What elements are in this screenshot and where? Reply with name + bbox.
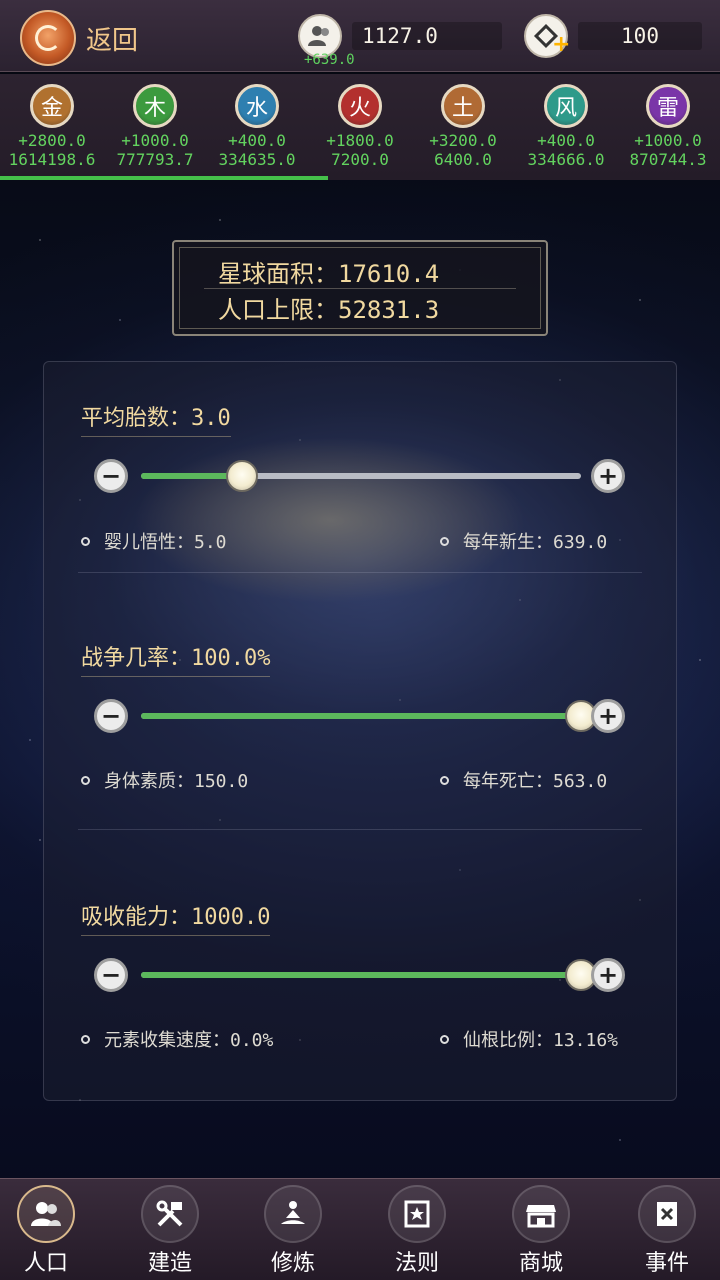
top-bar: 返回 1127.0 +639.0 100 + [0,0,720,72]
back-icon [35,25,61,51]
nav-build[interactable]: 建造 [120,1185,220,1277]
element-total: 1614198.6 [8,150,96,169]
absorb-plus-button[interactable]: + [591,958,625,992]
bullet-icon [440,1034,449,1044]
birth-minus-button[interactable]: − [94,459,128,493]
element-total: 870744.3 [629,150,707,169]
absorb-minus-button[interactable]: − [94,958,128,992]
element-earth[interactable]: 土 +3200.0 6400.0 [412,84,514,170]
element-delta: +3200.0 [429,131,497,150]
add-coin-icon[interactable]: + [552,34,570,56]
section-divider [78,829,642,830]
nav-events[interactable]: 事件 [617,1185,717,1277]
nav-label: 人口 [23,1251,68,1276]
war-slider[interactable] [141,700,597,732]
fire-icon: 火 [338,84,382,128]
element-wind[interactable]: 风 +400.0 334666.0 [515,84,617,170]
absorb-slider[interactable] [141,959,597,991]
infant-talent-stat: 婴儿悟性：5.0 [81,528,227,554]
back-label[interactable]: 返回 [86,20,138,57]
water-icon: 水 [235,84,279,128]
nav-label: 建造 [147,1251,192,1276]
coin-value: 100 [578,22,702,50]
population-value: 1127.0 [352,22,502,50]
element-delta: +1000.0 [121,131,189,150]
element-delta: +1000.0 [634,131,702,150]
section-divider [78,572,642,573]
nav-label: 事件 [644,1251,689,1276]
earth-icon: 土 [441,84,485,128]
thunder-icon: 雷 [646,84,690,128]
element-delta: +400.0 [228,131,286,150]
tools-icon [141,1185,199,1243]
war-title: 战争几率：100.0% [81,640,271,677]
nav-label: 商城 [518,1251,563,1276]
birth-slider-knob[interactable] [226,460,259,492]
planet-info-box: 星球面积：17610.4 人口上限：52831.3 [172,240,548,336]
yearly-deaths-stat: 每年死亡：563.0 [440,767,607,793]
nav-label: 法则 [394,1251,439,1276]
planet-area: 星球面积：17610.4 [218,260,440,288]
wood-icon: 木 [133,84,177,128]
metal-icon: 金 [30,84,74,128]
element-thunder[interactable]: 雷 +1000.0 870744.3 [617,84,719,170]
scroll-icon [388,1185,446,1243]
bullet-icon [81,775,90,785]
element-delta: +1800.0 [326,131,394,150]
nav-population[interactable]: 人口 [0,1185,96,1277]
element-delta: +2800.0 [18,131,86,150]
birth-plus-button[interactable]: + [591,459,625,493]
element-wood[interactable]: 木 +1000.0 777793.7 [104,84,206,170]
yearly-births-stat: 每年新生：639.0 [440,528,607,554]
bullet-icon [81,536,90,546]
nav-laws[interactable]: 法则 [367,1185,467,1277]
shop-icon [512,1185,570,1243]
meditate-icon [264,1185,322,1243]
element-total: 334635.0 [218,150,296,169]
bullet-icon [440,536,449,546]
immortal-root-ratio-stat: 仙根比例：13.16% [440,1026,618,1052]
element-delta: +400.0 [537,131,595,150]
bullet-icon [440,775,449,785]
element-total: 6400.0 [434,150,492,169]
bullet-icon [81,1034,90,1044]
war-slider-fill [141,713,581,719]
element-total: 334666.0 [527,150,605,169]
absorb-title: 吸收能力：1000.0 [81,899,271,936]
book-icon [638,1185,696,1243]
element-selection-underline [0,176,328,180]
element-fire[interactable]: 火 +1800.0 7200.0 [309,84,411,170]
nav-cultivate[interactable]: 修炼 [243,1185,343,1277]
info-divider [204,288,516,289]
population-limit: 人口上限：52831.3 [218,296,440,324]
element-metal[interactable]: 金 +2800.0 1614198.6 [1,84,103,170]
back-button[interactable] [20,10,76,66]
element-collect-speed-stat: 元素收集速度：0.0% [81,1026,273,1052]
nav-label: 修炼 [270,1251,315,1276]
physique-stat: 身体素质：150.0 [81,767,248,793]
element-total: 777793.7 [116,150,194,169]
war-plus-button[interactable]: + [591,699,625,733]
element-total: 7200.0 [331,150,389,169]
element-water[interactable]: 水 +400.0 334635.0 [206,84,308,170]
absorb-slider-fill [141,972,581,978]
settings-panel: 平均胎数：3.0 − + 婴儿悟性：5.0 每年新生：639.0 战争几率：10… [43,361,677,1101]
people-icon [17,1185,75,1243]
birth-title: 平均胎数：3.0 [81,400,231,437]
bottom-nav: 人口 建造 修炼 法则 商城 事件 [0,1178,720,1280]
birth-slider[interactable] [141,460,581,492]
war-minus-button[interactable]: − [94,699,128,733]
population-delta: +639.0 [304,52,355,68]
elements-bar: 金 +2800.0 1614198.6 木 +1000.0 777793.7 水… [0,74,720,180]
wind-icon: 风 [544,84,588,128]
nav-shop[interactable]: 商城 [491,1185,591,1277]
